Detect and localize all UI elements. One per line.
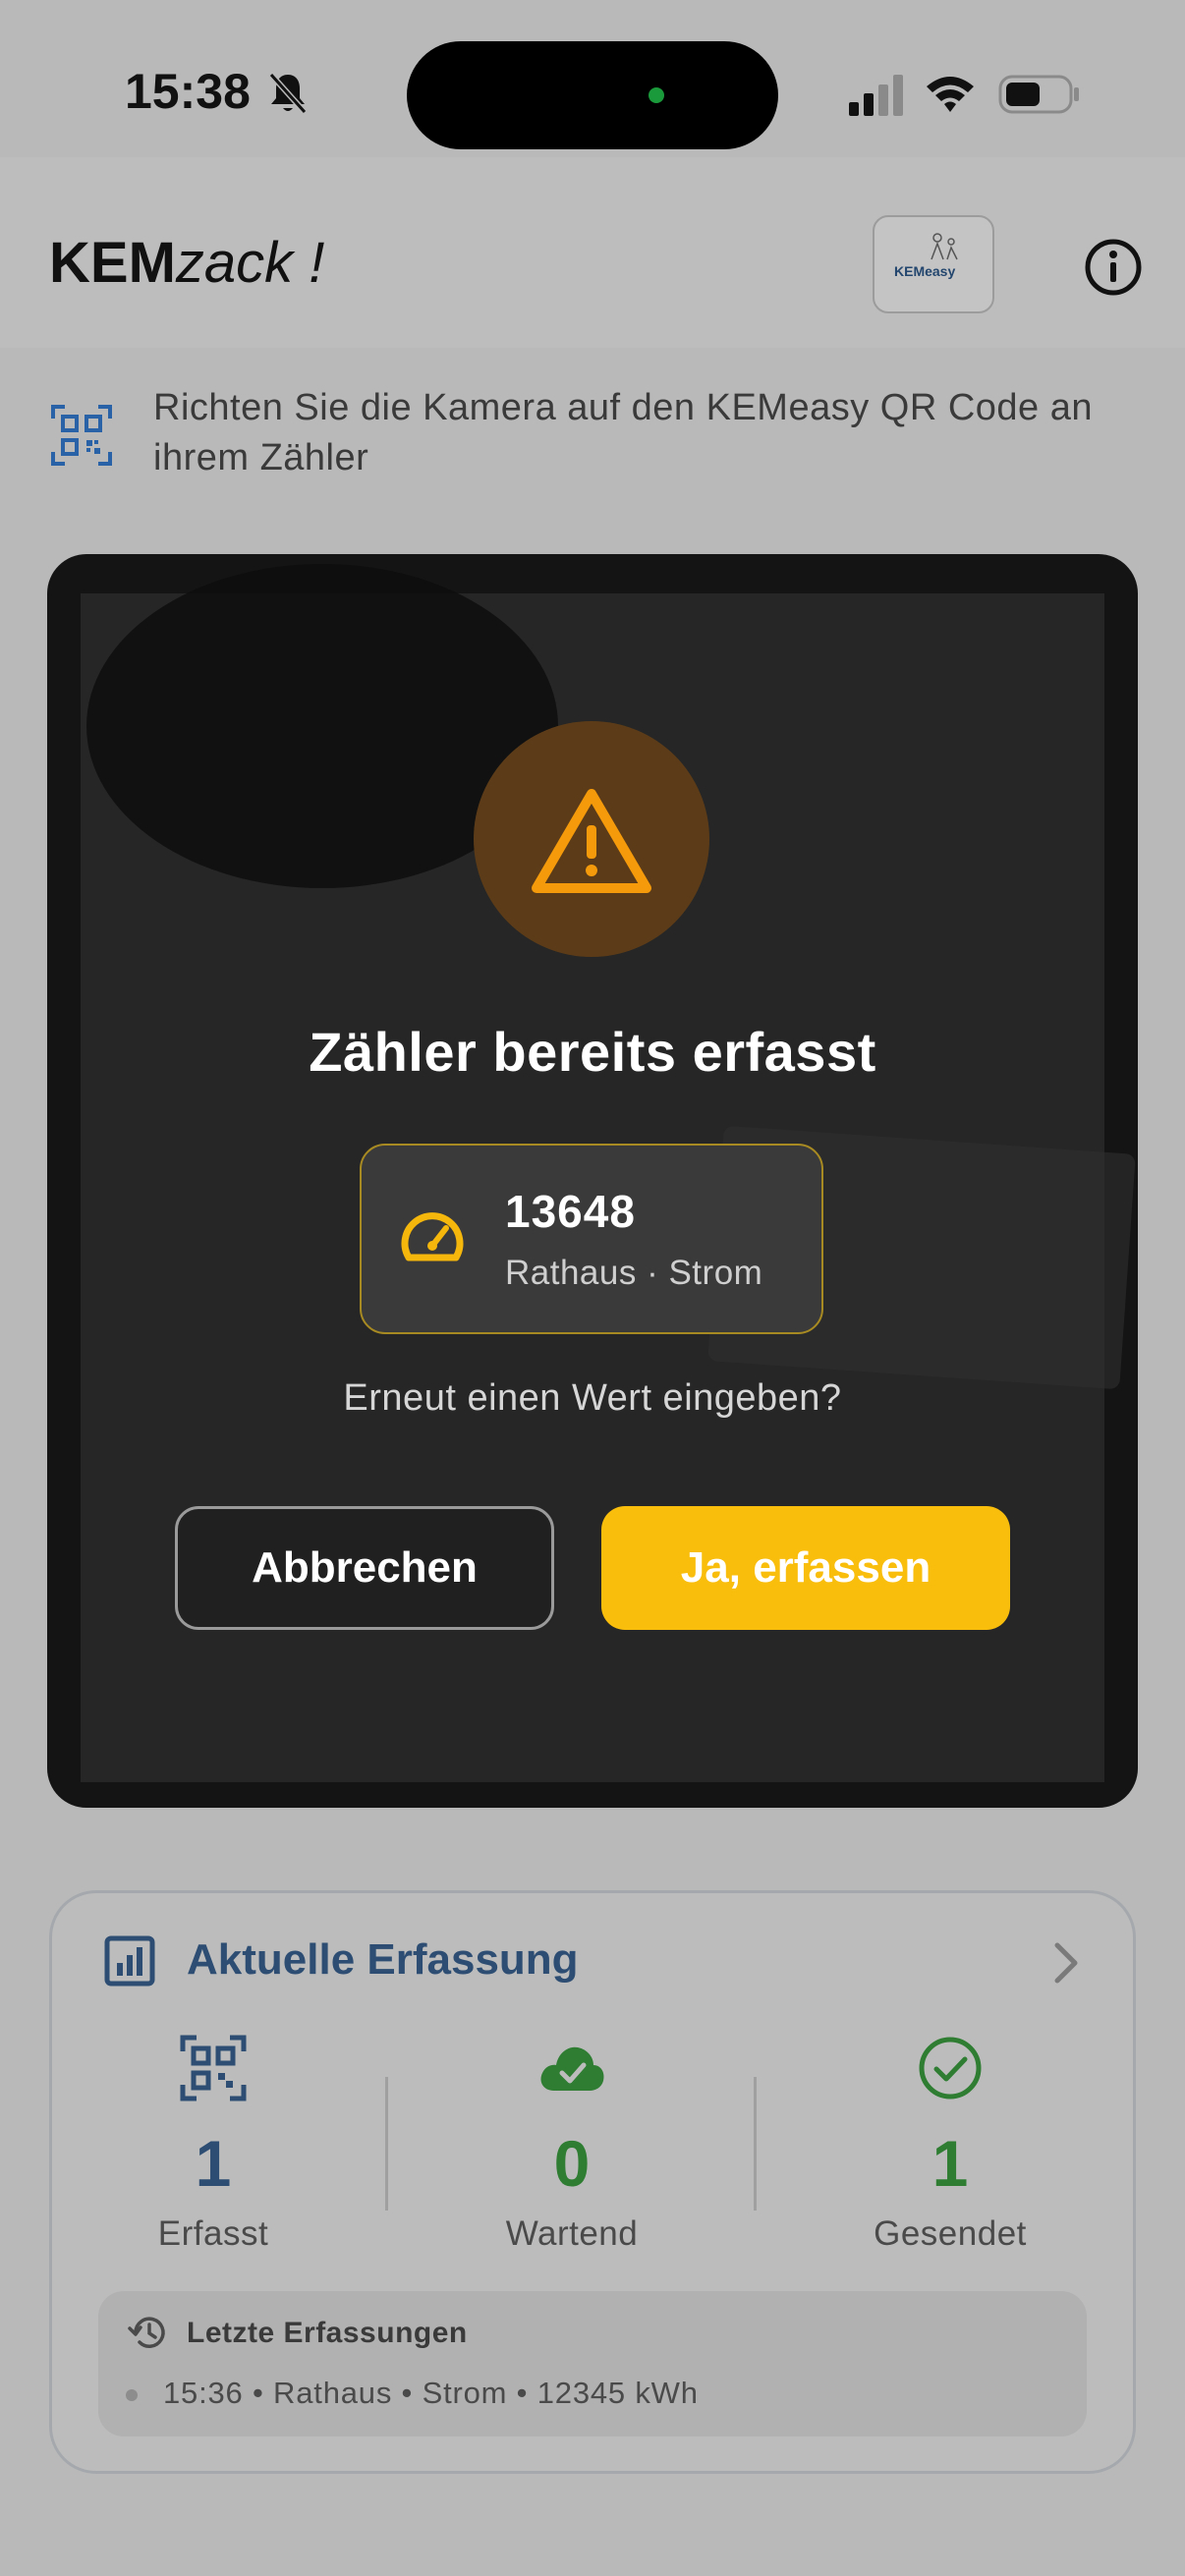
status-time: 15:38 [125, 64, 251, 119]
waiting-label: Wartend [505, 2214, 639, 2253]
dialog-title: Zähler bereits erfasst [309, 1021, 876, 1083]
recent-capture-item: 15:36 • Rathaus • Strom • 12345 kWh [163, 2376, 699, 2410]
list-bullet [126, 2389, 138, 2401]
camera-hint-text: Richten Sie die Kamera auf den KEMeasy Q… [153, 387, 1094, 478]
gauge-icon [401, 1212, 464, 1261]
meter-location: Rathaus · Strom [505, 1254, 763, 1292]
battery-icon [998, 75, 1079, 114]
stats-title: Aktuelle Erfassung [187, 1935, 579, 1984]
qr-code-icon [180, 2035, 247, 2101]
bar-chart-icon [104, 1935, 155, 1987]
bell-muted-icon [268, 72, 308, 115]
captured-count: 1 [195, 2127, 232, 2200]
chevron-right-icon[interactable] [1047, 1939, 1083, 1987]
qr-scan-icon [51, 405, 112, 466]
captured-label: Erfasst [157, 2214, 269, 2253]
stats-divider [754, 2077, 757, 2211]
wifi-icon [927, 77, 974, 112]
sent-label: Gesendet [874, 2214, 1027, 2253]
dynamic-island [407, 41, 778, 149]
cloud-check-icon [540, 2046, 604, 2091]
stats-divider [385, 2077, 388, 2211]
dialog-question: Erneut einen Wert eingeben? [343, 1377, 842, 1419]
cancel-button[interactable]: Abbrechen [175, 1506, 554, 1630]
camera-indicator [649, 87, 664, 103]
meter-id: 13648 [505, 1186, 636, 1237]
logo-text: KEMeasy [894, 263, 956, 279]
cellular-signal-icon [849, 75, 903, 116]
info-icon[interactable] [1084, 238, 1143, 297]
check-circle-icon [919, 2037, 982, 2100]
kemeasy-logo-icon [931, 233, 958, 260]
app-title: KEMzack ! [49, 231, 325, 295]
sent-count: 1 [931, 2127, 969, 2200]
confirm-capture-button[interactable]: Ja, erfassen [601, 1506, 1010, 1630]
history-icon [128, 2317, 165, 2348]
waiting-count: 0 [553, 2127, 591, 2200]
recent-captures-title: Letzte Erfassungen [187, 2317, 468, 2349]
recent-captures-box [98, 2291, 1087, 2436]
warning-icon [532, 789, 651, 893]
